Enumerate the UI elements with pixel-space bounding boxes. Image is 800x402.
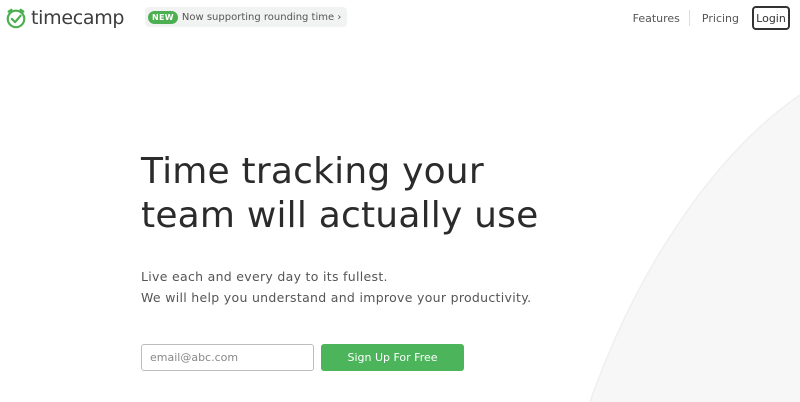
nav-link-features[interactable]: Features (633, 12, 680, 25)
hero-subtitle-line-2: We will help you understand and improve … (141, 290, 532, 305)
announcement-text: Now supporting rounding time › (181, 11, 342, 23)
announcement-pill[interactable]: NEW Now supporting rounding time › (145, 7, 348, 27)
signup-form: Sign Up For Free (141, 344, 464, 371)
email-input[interactable] (141, 344, 314, 371)
login-button[interactable]: Login (752, 6, 790, 30)
timecamp-clock-check-icon (6, 8, 26, 29)
hero-subtitle: Live each and every day to its fullest. … (141, 266, 561, 308)
new-badge: NEW (148, 10, 178, 24)
hero-subtitle-line-1: Live each and every day to its fullest. (141, 269, 388, 284)
main-nav: Features Pricing Login (633, 0, 800, 36)
logo-wordmark: timecamp (31, 7, 125, 29)
nav-link-pricing[interactable]: Pricing (702, 12, 739, 25)
hero-heading-line-2: team will actually use (141, 195, 539, 236)
hero-heading: Time tracking your team will actually us… (141, 150, 561, 238)
landing-page: timecamp NEW Now supporting rounding tim… (0, 0, 800, 402)
hero-heading-line-1: Time tracking your (141, 151, 484, 192)
sign-up-button[interactable]: Sign Up For Free (321, 344, 464, 371)
top-navigation-bar: timecamp NEW Now supporting rounding tim… (0, 0, 800, 36)
nav-divider (688, 10, 690, 26)
timecamp-logo-link[interactable]: timecamp (5, 5, 124, 31)
